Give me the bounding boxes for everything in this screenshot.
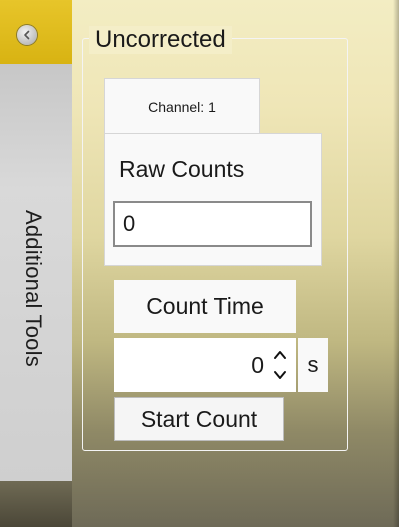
group-title: Uncorrected xyxy=(89,26,232,54)
spinner-arrows xyxy=(272,348,288,382)
tab-content: Raw Counts 0 xyxy=(104,133,322,266)
collapse-button[interactable] xyxy=(17,25,37,45)
channel-tab-control: Channel: 1 Raw Counts 0 xyxy=(104,78,322,266)
start-count-button[interactable]: Start Count xyxy=(114,397,284,441)
tab-channel-1[interactable]: Channel: 1 xyxy=(104,78,260,134)
window: Additional Tools Uncorrected Channel: 1 … xyxy=(0,0,399,527)
spin-down-icon[interactable] xyxy=(272,368,288,382)
side-footer xyxy=(0,481,72,527)
count-time-unit: s xyxy=(298,338,328,392)
count-time-value: 0 xyxy=(251,351,264,378)
chevron-left-icon xyxy=(24,30,30,40)
count-time-stepper[interactable]: 0 xyxy=(114,338,296,392)
count-time-label: Count Time xyxy=(114,280,296,333)
raw-counts-label: Raw Counts xyxy=(119,156,245,182)
panel-shadow xyxy=(393,0,399,527)
spin-up-icon[interactable] xyxy=(272,348,288,362)
raw-counts-field[interactable]: 0 xyxy=(113,201,312,247)
tab-label: Channel: 1 xyxy=(148,98,216,115)
additional-tools-panel[interactable]: Additional Tools xyxy=(0,0,73,527)
raw-counts-value: 0 xyxy=(123,211,136,236)
additional-tools-label: Additional Tools xyxy=(21,210,46,367)
